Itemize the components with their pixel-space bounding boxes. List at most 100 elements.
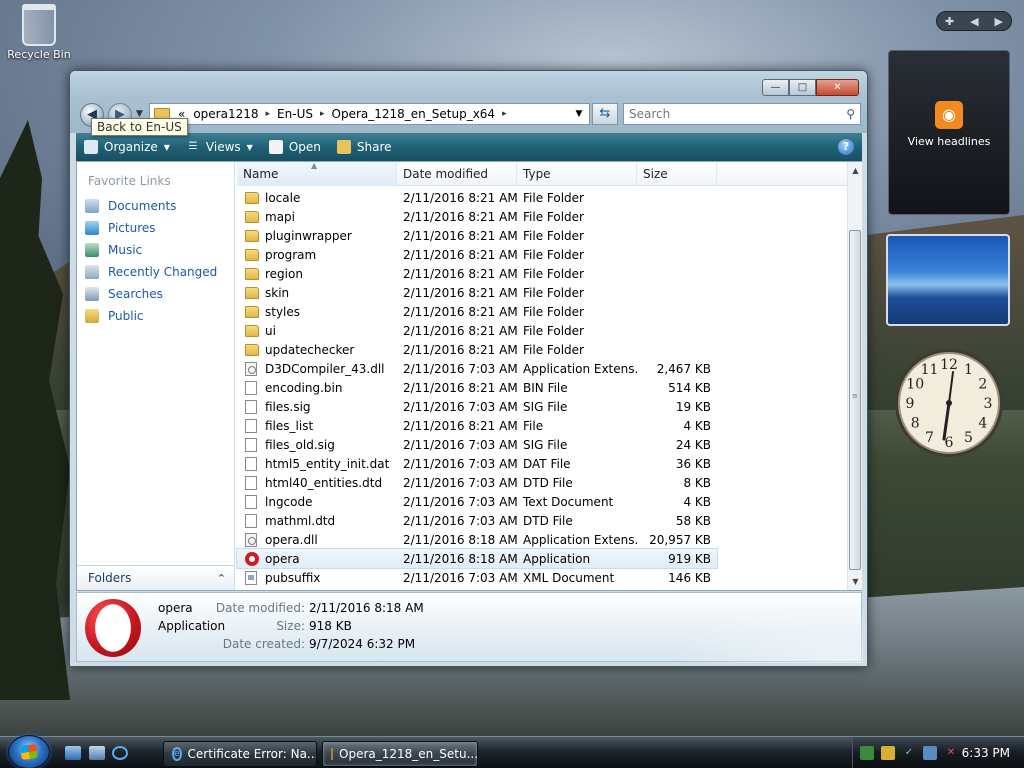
file-row[interactable]: html5_entity_init.dat 2/11/2016 7:03 AM DA… xyxy=(237,454,717,473)
favorite-link-music[interactable]: Music xyxy=(84,239,232,261)
favorite-link-public[interactable]: Public xyxy=(84,305,232,327)
feed-headlines-gadget[interactable]: ◉ View headlines xyxy=(888,50,1010,215)
show-desktop-icon[interactable] xyxy=(65,746,81,760)
scroll-down-icon[interactable]: ▼ xyxy=(848,573,863,590)
file-row[interactable]: opera 2/11/2016 8:18 AM Application 919 KB xyxy=(236,548,718,569)
address-dropdown-icon[interactable]: ▼ xyxy=(569,109,589,119)
feed-gadget-label[interactable]: View headlines xyxy=(889,135,1009,148)
breadcrumb-separator-icon[interactable]: ▸ xyxy=(263,109,274,119)
taskbar-clock[interactable]: 6:33 PM xyxy=(962,746,1010,760)
share-button[interactable]: Share xyxy=(329,134,400,160)
favorite-link-label: Pictures xyxy=(108,221,156,235)
file-row[interactable]: html40_entities.dtd 2/11/2016 7:03 AM DTD … xyxy=(237,473,717,492)
file-date-modified: 2/11/2016 8:21 AM xyxy=(403,304,518,319)
favorite-link-searches[interactable]: Searches xyxy=(84,283,232,305)
file-row[interactable]: files_list 2/11/2016 8:21 AM File 4 KB xyxy=(237,416,717,435)
column-header-size[interactable]: Size xyxy=(637,162,717,186)
breadcrumb-setup-folder[interactable]: Opera_1218_en_Setup_x64 xyxy=(328,107,500,121)
file-row[interactable]: program 2/11/2016 8:21 AM File Folder xyxy=(237,245,717,264)
open-button[interactable]: Open xyxy=(261,134,329,160)
favorite-link-recently-changed[interactable]: Recently Changed xyxy=(84,261,232,283)
recycle-bin-icon xyxy=(22,4,56,46)
file-row[interactable]: opera.dll 2/11/2016 8:18 AM Application Ex… xyxy=(237,530,717,549)
file-name-cell: opera xyxy=(237,551,397,566)
window-controls: — □ ✕ xyxy=(762,79,859,96)
file-icon xyxy=(245,437,257,452)
favorite-link-pictures[interactable]: Pictures xyxy=(84,217,232,239)
internet-explorer-icon[interactable] xyxy=(112,746,128,760)
vertical-scrollbar[interactable]: ▲ ≡ ▼ xyxy=(847,162,862,590)
file-name: html40_entities.dtd xyxy=(265,475,383,490)
file-row[interactable]: files.sig 2/11/2016 7:03 AM SIG File 19 KB xyxy=(237,397,717,416)
file-row[interactable]: ui 2/11/2016 8:21 AM File Folder xyxy=(237,321,717,340)
close-button[interactable]: ✕ xyxy=(816,79,859,96)
file-date-modified: 2/11/2016 8:21 AM xyxy=(403,228,518,243)
clock-gadget[interactable]: 12 1 2 3 4 5 6 7 8 9 10 11 xyxy=(892,344,1010,464)
safely-remove-icon[interactable]: ✓ xyxy=(902,746,916,760)
add-gadget-icon[interactable]: ✚ xyxy=(945,15,954,28)
folders-label: Folders xyxy=(88,571,132,585)
sidebar-controls[interactable]: ✚ ◀ ▶ xyxy=(936,11,1012,31)
taskbar-task-certificate-error[interactable]: e Certificate Error: Na... xyxy=(163,741,317,767)
file-row[interactable]: styles 2/11/2016 8:21 AM File Folder xyxy=(237,302,717,321)
file-row[interactable]: pubsuffix 2/11/2016 7:03 AM XML Document 14… xyxy=(237,568,717,587)
organize-menu-button[interactable]: Organize ▼ xyxy=(76,134,178,160)
prev-gadget-icon[interactable]: ◀ xyxy=(970,15,978,28)
network-sharing-icon[interactable] xyxy=(860,746,874,760)
search-input[interactable] xyxy=(629,107,829,121)
network-icon[interactable] xyxy=(923,746,937,760)
column-header-date[interactable]: Date modified xyxy=(397,162,517,186)
file-row[interactable]: mapi 2/11/2016 8:21 AM File Folder xyxy=(237,207,717,226)
file-name-cell: files_list xyxy=(237,418,397,433)
next-gadget-icon[interactable]: ▶ xyxy=(995,15,1003,28)
breadcrumb-separator-icon[interactable]: ▸ xyxy=(317,109,328,119)
volume-muted-icon[interactable]: ✕ xyxy=(944,746,958,760)
column-header-name[interactable]: ▲ Name xyxy=(237,161,397,186)
dll-file-icon xyxy=(245,532,257,547)
file-row[interactable]: region 2/11/2016 8:21 AM File Folder xyxy=(237,264,717,283)
views-menu-button[interactable]: ☰ Views ▼ xyxy=(178,134,261,160)
search-icon[interactable]: ⚲ xyxy=(846,107,855,121)
file-date-modified: 2/11/2016 8:21 AM xyxy=(403,380,518,395)
switch-windows-icon[interactable] xyxy=(89,746,105,760)
file-type: File Folder xyxy=(523,247,584,262)
file-row[interactable]: skin 2/11/2016 8:21 AM File Folder xyxy=(237,283,717,302)
security-shield-icon[interactable] xyxy=(881,746,895,760)
slideshow-gadget[interactable] xyxy=(886,234,1010,326)
clock-numeral: 1 xyxy=(964,362,973,378)
favorite-link-documents[interactable]: Documents xyxy=(84,195,232,217)
file-row[interactable]: updatechecker 2/11/2016 8:21 AM File Folde… xyxy=(237,340,717,359)
folder-icon xyxy=(245,248,259,261)
breadcrumb-en-us[interactable]: En-US xyxy=(273,107,317,121)
scroll-up-icon[interactable]: ▲ xyxy=(848,162,863,179)
help-icon[interactable]: ? xyxy=(838,139,854,155)
details-size-value: 918 KB xyxy=(309,619,352,633)
breadcrumb-separator-icon[interactable]: ▸ xyxy=(499,109,510,119)
file-row[interactable]: lngcode 2/11/2016 7:03 AM Text Document 4 K… xyxy=(237,492,717,511)
folders-toggle[interactable]: Folders ⌃ xyxy=(77,565,234,590)
file-row[interactable]: pluginwrapper 2/11/2016 8:21 AM File Folde… xyxy=(237,226,717,245)
clock-face: 12 12 3 45678 9 1011 xyxy=(895,349,1003,457)
file-row[interactable]: locale 2/11/2016 8:21 AM File Folder xyxy=(237,188,717,207)
breadcrumb-opera1218[interactable]: opera1218 xyxy=(189,107,262,121)
taskbar-task-explorer[interactable]: Opera_1218_en_Setu... xyxy=(322,741,478,767)
column-header-type[interactable]: Type xyxy=(517,162,637,186)
scroll-thumb[interactable]: ≡ xyxy=(849,230,861,570)
file-icon xyxy=(245,418,257,433)
recycle-bin-desktop-icon[interactable]: Recycle Bin xyxy=(6,4,72,61)
address-bar[interactable]: « opera1218 ▸ En-US ▸ Opera_1218_en_Setu… xyxy=(149,103,590,125)
command-toolbar: Organize ▼ ☰ Views ▼ Open Share ? xyxy=(76,133,862,161)
file-row[interactable]: encoding.bin 2/11/2016 8:21 AM BIN File 514… xyxy=(237,378,717,397)
maximize-button[interactable]: □ xyxy=(789,79,816,96)
file-row[interactable]: D3DCompiler_43.dll 2/11/2016 7:03 AM Appli… xyxy=(237,359,717,378)
refresh-button[interactable]: ⇆ xyxy=(592,103,618,125)
file-row[interactable]: mathml.dtd 2/11/2016 7:03 AM DTD File 58 KB xyxy=(237,511,717,530)
file-name: locale xyxy=(265,190,301,205)
details-size-label: Size: xyxy=(276,619,305,633)
minimize-button[interactable]: — xyxy=(762,79,789,96)
file-type: File Folder xyxy=(523,342,584,357)
file-row[interactable]: files_old.sig 2/11/2016 7:03 AM SIG File 24… xyxy=(237,435,717,454)
folder-icon xyxy=(245,191,259,204)
start-button[interactable] xyxy=(8,735,50,768)
search-box[interactable]: ⚲ xyxy=(623,103,861,125)
